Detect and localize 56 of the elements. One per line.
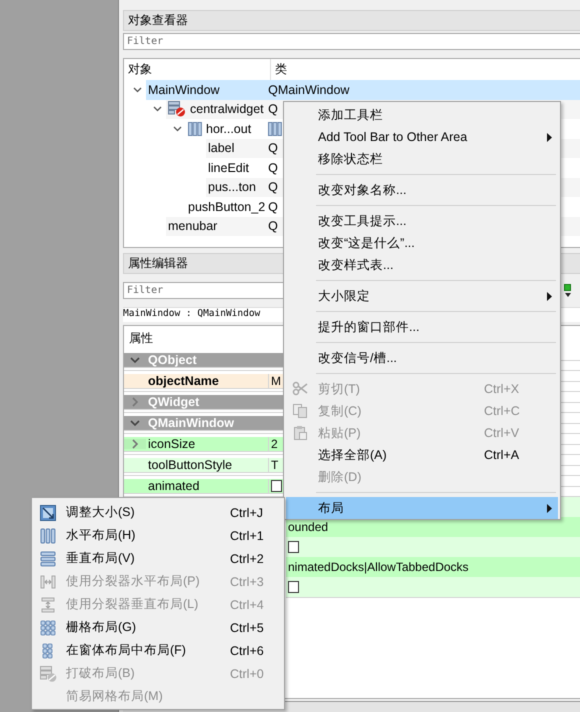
property-row[interactable]: toolButtonStyle T	[124, 458, 283, 472]
panel-title: 属性编辑器	[128, 255, 188, 272]
property-value: M	[271, 374, 281, 388]
property-row[interactable]: objectName M	[124, 374, 283, 388]
property-name: animated	[148, 478, 200, 492]
tree-item[interactable]: pus...ton	[206, 178, 266, 197]
menu-item[interactable]: 移除状态栏	[286, 148, 558, 170]
property-value: T	[271, 458, 278, 472]
filter-field[interactable]: Filter	[123, 33, 580, 50]
menu-item[interactable]: 在窗体布局中布局(F) Ctrl+6	[34, 639, 282, 662]
object-name: menubar	[168, 219, 218, 234]
property-value: ounded	[288, 520, 328, 534]
menu-item[interactable]: 改变工具提示...	[286, 210, 558, 232]
class-name: Q	[268, 219, 278, 234]
menu-item[interactable]: 选择全部(A) Ctrl+A	[286, 444, 558, 466]
tree-item[interactable]: lineEdit	[206, 158, 266, 178]
menu-item[interactable]: Add Tool Bar to Other Area	[286, 126, 558, 148]
menu-item[interactable]: 栅格布局(G) Ctrl+5	[34, 616, 282, 639]
class-name: Q	[268, 180, 278, 194]
menu-item[interactable]: 调整大小(S) Ctrl+J	[34, 501, 282, 524]
class-name: Q	[268, 102, 278, 116]
class-name: Q	[268, 160, 278, 175]
menu-item[interactable]: 改变“这是什么”...	[286, 232, 558, 254]
column-header[interactable]: 类	[271, 61, 287, 78]
class-name: Q	[268, 141, 278, 156]
tree-item[interactable]: MainWindow	[146, 80, 266, 100]
object-name: lineEdit	[208, 160, 249, 175]
class-name: QMainWindow	[268, 82, 350, 97]
property-value: nimatedDocks|AllowTabbedDocks	[288, 560, 469, 574]
property-row[interactable]: nimatedDocks|AllowTabbedDocks	[286, 556, 580, 578]
menu-item[interactable]: 水平布局(H) Ctrl+1	[34, 524, 282, 547]
menu-item[interactable]: 大小限定	[286, 285, 558, 307]
tree-item[interactable]: centralwidget	[166, 100, 266, 119]
menu-item[interactable]: 添加工具栏	[286, 104, 558, 126]
property-name: toolButtonStyle	[148, 458, 232, 472]
property-name: objectName	[148, 374, 219, 388]
menu-item[interactable]: 布局	[286, 497, 558, 519]
object-name: MainWindow	[148, 82, 220, 97]
menu-item[interactable]: 垂直布局(V) Ctrl+2	[34, 547, 282, 570]
property-row[interactable]: iconSize 2	[124, 436, 283, 452]
property-name: iconSize	[148, 436, 196, 450]
object-name: centralwidget	[190, 102, 264, 116]
tree-item[interactable]: menubar	[166, 216, 266, 236]
panel-title: 对象查看器	[128, 12, 188, 29]
class-name: Q	[268, 200, 278, 214]
object-name: pus...ton	[208, 180, 256, 194]
object-name: hor...out	[206, 122, 252, 136]
menu-item[interactable]: 改变信号/槽...	[286, 347, 558, 369]
property-row[interactable]: animated	[124, 478, 283, 494]
object-name: label	[208, 141, 234, 156]
column-header[interactable]: 属性	[124, 330, 153, 346]
menu-item[interactable]: 改变对象名称...	[286, 179, 558, 201]
menu-item[interactable]: 改变样式表...	[286, 254, 558, 276]
property-value: 2	[271, 436, 278, 450]
tree-item[interactable]: label	[206, 138, 266, 158]
tree-item[interactable]: hor...out	[186, 119, 266, 138]
